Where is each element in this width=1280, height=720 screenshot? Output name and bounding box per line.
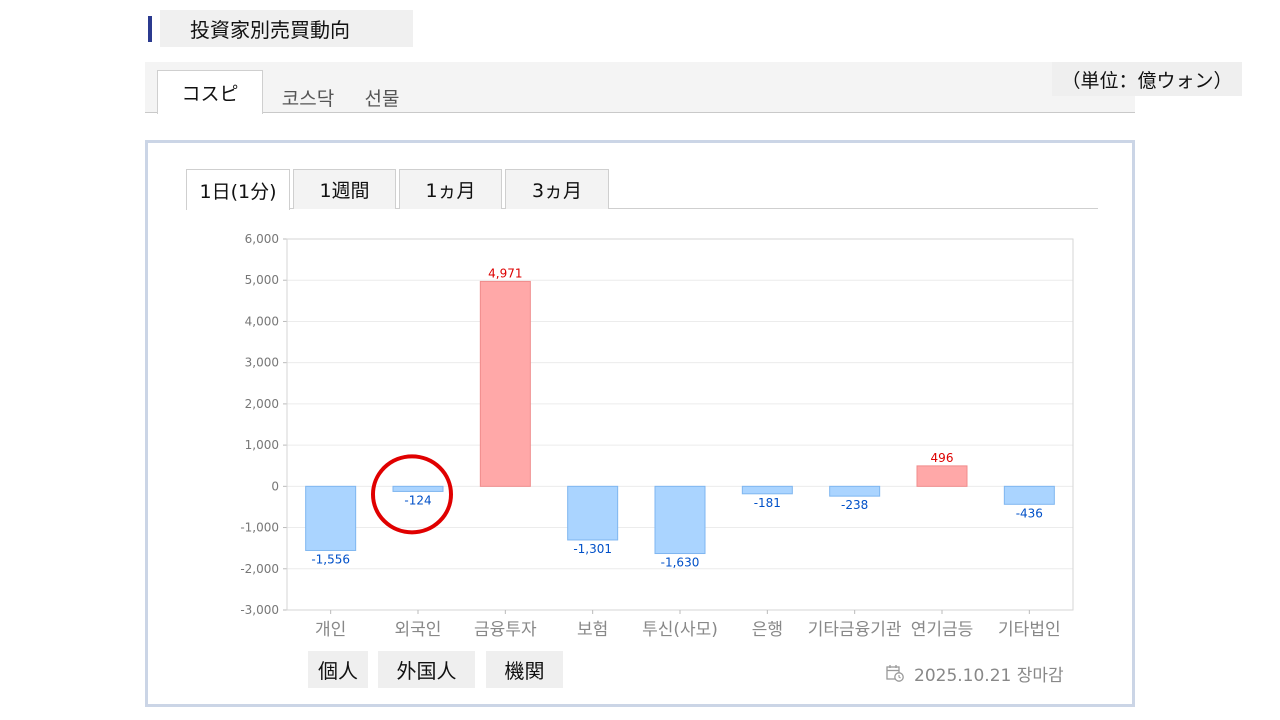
market-tabbar: コスピ 코스닥 선물 (145, 62, 1135, 114)
plot-area (286, 238, 1074, 611)
tab-futures[interactable]: 선물 (357, 76, 407, 119)
x-tick-label: 기타법인 (998, 620, 1061, 640)
date-stamp: 2025.10.21 장마감 (886, 661, 1064, 686)
y-tick-label: 2,000 (245, 397, 279, 411)
bar (567, 485, 619, 541)
y-tick-label: -3,000 (240, 603, 279, 617)
bar (1003, 485, 1055, 505)
heading-accent-bar (148, 15, 152, 42)
unit-label: （単位：億ウォン） (1052, 62, 1242, 96)
x-tick-label: 연기금등 (911, 620, 974, 640)
page-title: 投資家別売買動向 (160, 10, 413, 47)
bar (392, 485, 444, 492)
y-tick-label: -1,000 (240, 521, 279, 535)
calendar-clock-icon (886, 665, 904, 682)
page-heading: 投資家別売買動向 (148, 10, 413, 47)
tab-kospi[interactable]: コスピ (157, 70, 263, 114)
y-tick-label: 3,000 (245, 356, 279, 370)
y-tick-label: -2,000 (240, 562, 279, 576)
bar-value-label: -238 (841, 498, 868, 512)
y-tick-label: 5,000 (245, 273, 279, 287)
bar (916, 465, 968, 487)
investor-bar-chart: 6,000 5,000 4,000 3,000 2,000 1,000 0 -1,000 -2,… (240, 232, 1074, 640)
x-tick-label: 외국인 (395, 620, 442, 640)
y-tick-label: 0 (271, 479, 279, 493)
bar (479, 280, 531, 487)
x-tick-label: 보험 (577, 620, 608, 640)
chart-frame: 1日(1分) 1週間 1ヵ月 3ヵ月 6,000 5,000 4,000 3,000 2… (145, 140, 1135, 707)
date-text: 2025.10.21 장마감 (914, 665, 1064, 686)
bar (305, 485, 357, 551)
bar-value-label: -1,556 (311, 552, 350, 566)
y-tick-label: 1,000 (245, 438, 279, 452)
bar (741, 485, 793, 495)
group-label-individual: 個人 (308, 651, 368, 688)
bar-value-label: -1,630 (661, 556, 700, 570)
x-tick-label: 은행 (752, 620, 783, 640)
bar-value-label: -436 (1016, 506, 1043, 520)
bar (654, 485, 706, 555)
y-tick-label: 4,000 (245, 314, 279, 328)
tab-kosdaq[interactable]: 코스닥 (273, 76, 343, 119)
bar-value-label: -181 (754, 496, 781, 510)
bar-value-label: -124 (404, 493, 431, 507)
y-tick-label: 6,000 (245, 232, 279, 246)
x-tick-label: 금융투자 (474, 620, 537, 640)
group-label-institution: 機関 (486, 651, 563, 688)
bar-value-label: 4,971 (488, 266, 522, 280)
bar-value-label: -1,301 (573, 542, 612, 556)
x-tick-label: 기타금융기관 (808, 620, 902, 640)
bar (829, 485, 881, 497)
x-tick-label: 개인 (315, 620, 346, 640)
bar-value-label: 496 (931, 451, 954, 465)
x-tick-label: 투신(사모) (642, 620, 718, 640)
group-label-foreign: 外国人 (378, 651, 475, 688)
